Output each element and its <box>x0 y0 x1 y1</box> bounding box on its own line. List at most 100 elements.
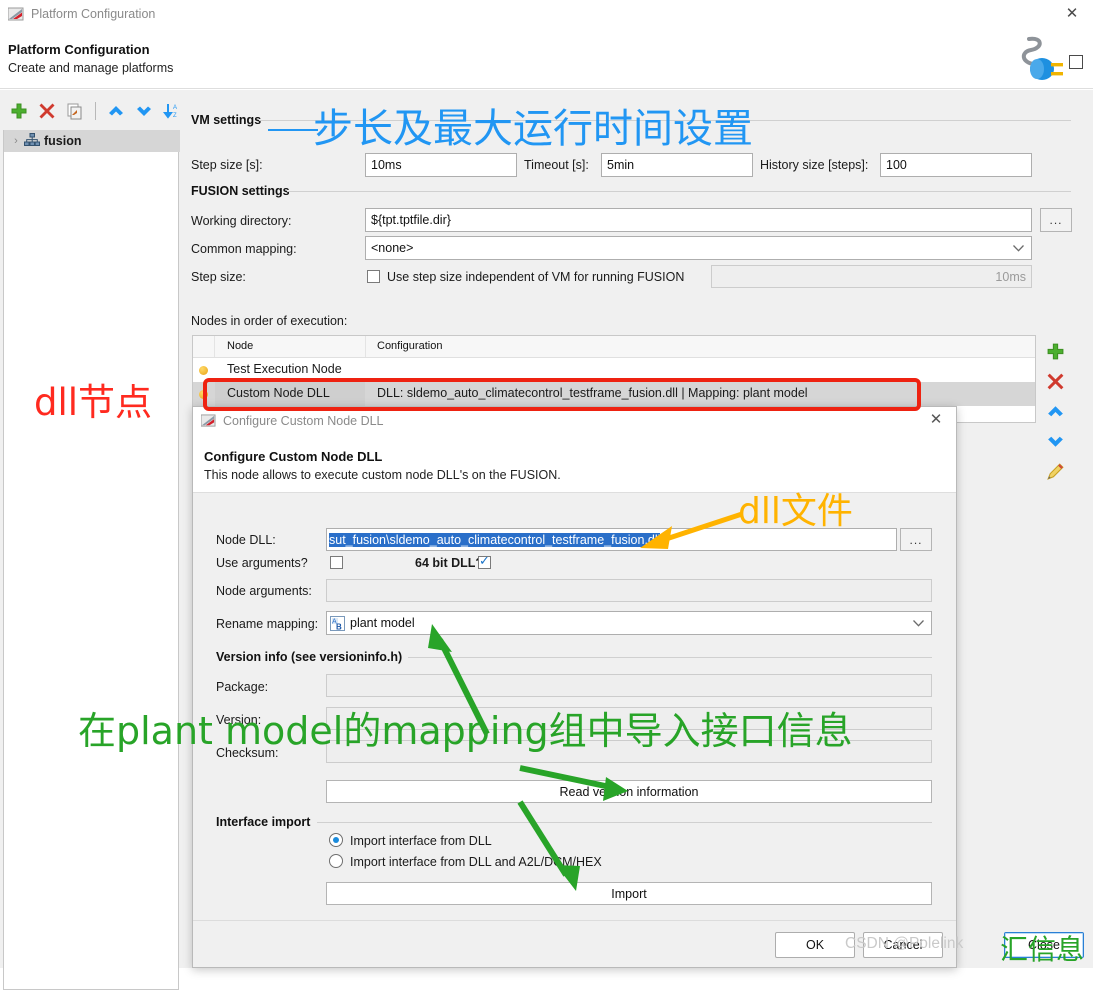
add-node-button[interactable] <box>1042 338 1068 364</box>
svg-text:A: A <box>173 105 177 111</box>
nodes-table-col-configuration: Configuration <box>377 340 443 352</box>
history-size-label: History size [steps]: <box>760 158 869 172</box>
use-arguments-checkbox[interactable] <box>330 556 343 569</box>
svg-text:B: B <box>336 622 342 631</box>
chevron-right-icon[interactable]: › <box>8 135 24 147</box>
step-size-label: Step size [s]: <box>191 158 263 172</box>
app-flag-icon <box>7 7 24 22</box>
watermark-text: CSDN @Polelink <box>845 935 964 952</box>
toolbar-divider <box>95 102 96 120</box>
nodes-table-header-icon-col <box>193 336 215 357</box>
read-version-information-button[interactable]: Read version information <box>326 780 932 803</box>
platform-tree-panel: A Z › fusion <box>0 90 183 990</box>
independent-step-size-input: 10ms <box>711 265 1032 288</box>
fusion-step-size-label: Step size: <box>191 270 246 284</box>
annotation-blue-text: 步长及最大运行时间设置 <box>313 106 753 152</box>
bit64-dll-label: 64 bit DLL? <box>415 556 484 570</box>
node-arguments-input <box>326 579 932 602</box>
nodes-table-col-node: Node <box>227 340 254 352</box>
edit-node-button[interactable] <box>1042 458 1068 484</box>
sidebar-item-label: fusion <box>44 134 82 148</box>
node-name: Test Execution Node <box>227 362 342 376</box>
step-size-input[interactable]: 10ms <box>365 153 517 177</box>
package-input <box>326 674 932 697</box>
delete-platform-button[interactable] <box>36 100 58 122</box>
maximize-box-icon[interactable] <box>1069 55 1083 69</box>
common-mapping-select[interactable]: <none> <box>365 236 1032 260</box>
move-node-up-button[interactable] <box>1042 398 1068 424</box>
rename-mapping-label: Rename mapping: <box>216 617 319 631</box>
independent-step-size-value: 10ms <box>995 269 1026 284</box>
nodes-table-header: Node Configuration <box>193 336 1035 358</box>
chevron-down-icon[interactable] <box>1013 241 1024 255</box>
working-directory-input[interactable]: ${tpt.tptfile.dir} <box>365 208 1032 232</box>
tree-toolbar: A Z <box>8 98 183 124</box>
bit64-dll-checkbox[interactable] <box>478 554 491 569</box>
radio-import-from-dll[interactable] <box>329 833 343 847</box>
platform-configuration-window: Platform Configuration ✕ Platform Config… <box>0 0 1093 990</box>
dialog-header-subtitle: This node allows to execute custom node … <box>204 468 561 482</box>
app-flag-icon <box>200 414 216 428</box>
chevron-down-icon[interactable] <box>913 616 924 630</box>
radio-import-from-dll-a2l[interactable] <box>329 854 343 868</box>
history-size-value: 100 <box>886 158 907 172</box>
platform-network-icon <box>24 132 40 150</box>
table-row[interactable]: Custom Node DLL DLL: sldemo_auto_climate… <box>193 382 1035 406</box>
table-row[interactable]: Test Execution Node <box>193 358 1035 382</box>
vm-settings-group-label: VM settings <box>191 113 262 127</box>
sort-az-button[interactable]: A Z <box>161 100 183 122</box>
window-title: Platform Configuration <box>31 7 156 21</box>
working-directory-browse-button[interactable]: ... <box>1040 208 1072 232</box>
move-down-button[interactable] <box>133 100 155 122</box>
independent-step-size-checkbox[interactable] <box>367 270 380 283</box>
page-header: Platform Configuration Create and manage… <box>0 29 1093 89</box>
timeout-value: 5min <box>607 158 635 172</box>
history-size-input[interactable]: 100 <box>880 153 1032 177</box>
window-titlebar: Platform Configuration ✕ <box>0 0 1093 29</box>
common-mapping-value: <none> <box>371 241 414 255</box>
node-arguments-label: Node arguments: <box>216 584 312 598</box>
move-node-down-button[interactable] <box>1042 428 1068 454</box>
dialog-titlebar: Configure Custom Node DLL ✕ <box>193 407 956 435</box>
timeout-input[interactable]: 5min <box>601 153 753 177</box>
import-button[interactable]: Import <box>326 882 932 905</box>
platform-tree[interactable]: › fusion <box>3 130 180 990</box>
dialog-footer: OK Cancel <box>193 920 956 967</box>
nodes-section-label: Nodes in order of execution: <box>191 314 348 328</box>
sidebar-item-fusion[interactable]: › fusion <box>4 130 180 152</box>
annotation-orange-text: dll文件 <box>738 491 853 532</box>
page-title: Platform Configuration <box>8 42 150 57</box>
package-label: Package: <box>216 680 269 694</box>
node-configuration: DLL: sldemo_auto_climatecontrol_testfram… <box>377 386 808 400</box>
mapping-ab-icon: A B <box>330 615 345 631</box>
dialog-title: Configure Custom Node DLL <box>223 414 384 428</box>
page-subtitle: Create and manage platforms <box>8 61 174 75</box>
radio-import-from-dll-a2l-label: Import interface from DLL and A2L/DCM/HE… <box>350 855 602 869</box>
move-up-button[interactable] <box>105 100 127 122</box>
radio-import-from-dll-label: Import interface from DLL <box>350 834 492 848</box>
delete-node-button[interactable] <box>1042 368 1068 394</box>
svg-text:Z: Z <box>173 113 177 119</box>
dialog-header-title: Configure Custom Node DLL <box>204 449 383 464</box>
nodes-table-col-divider <box>365 336 366 357</box>
step-size-value: 10ms <box>371 158 402 172</box>
fusion-settings-divider <box>287 191 1071 192</box>
close-icon[interactable]: ✕ <box>1063 5 1081 23</box>
interface-import-divider <box>317 822 932 823</box>
node-dll-label: Node DLL: <box>216 533 276 547</box>
add-platform-button[interactable] <box>8 100 30 122</box>
node-dll-value: sut_fusion\sldemo_auto_climatecontrol_te… <box>329 532 661 547</box>
interface-import-group-label: Interface import <box>216 815 311 829</box>
node-dll-browse-button[interactable]: ... <box>900 528 932 551</box>
close-icon[interactable]: ✕ <box>927 411 945 429</box>
timeout-label: Timeout [s]: <box>524 158 589 172</box>
use-arguments-label: Use arguments? <box>216 556 308 570</box>
rename-mapping-value: plant model <box>350 616 415 630</box>
rename-mapping-select[interactable]: A B plant model <box>326 611 932 635</box>
ok-button[interactable]: OK <box>775 932 855 958</box>
yellow-dot-icon <box>199 366 208 375</box>
copy-platform-button[interactable] <box>64 100 86 122</box>
nodes-side-toolbar <box>1042 338 1082 488</box>
version-info-group-label: Version info (see versioninfo.h) <box>216 650 403 664</box>
node-name: Custom Node DLL <box>227 386 330 400</box>
